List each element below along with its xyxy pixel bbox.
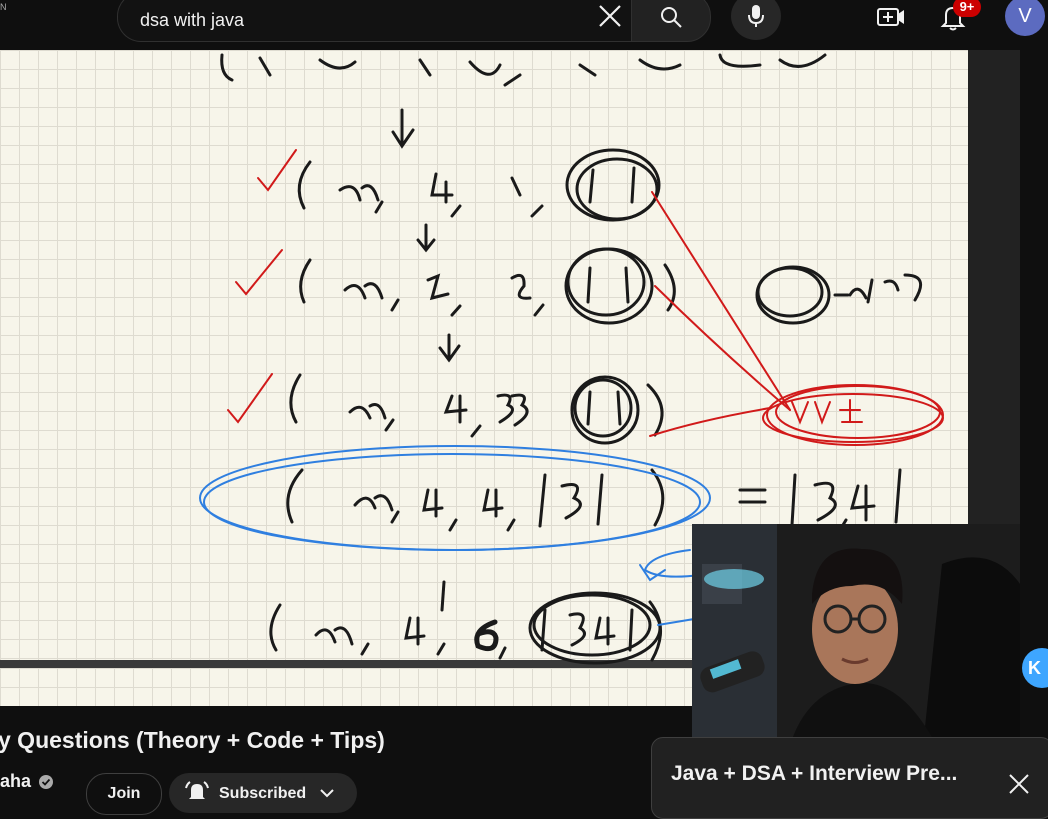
subscribed-button[interactable]: Subscribed (169, 773, 357, 813)
subscribed-label: Subscribed (219, 785, 307, 802)
webcam-overlay (692, 524, 1020, 756)
video-title: y Questions (Theory + Code + Tips) (0, 727, 385, 753)
bell-icon (185, 781, 209, 799)
search-box[interactable] (117, 0, 632, 42)
join-button[interactable]: Join (86, 773, 162, 815)
clear-icon[interactable] (596, 2, 624, 30)
search-input[interactable] (138, 9, 582, 32)
playlist-panel[interactable]: Java + DSA + Interview Pre... (651, 737, 1048, 819)
mic-icon (748, 5, 764, 27)
video-player[interactable]: K (0, 50, 1048, 756)
playlist-title: Java + DSA + Interview Pre... (671, 762, 958, 785)
notification-badge: 9+ (953, 0, 981, 17)
close-icon[interactable] (1007, 772, 1031, 796)
verified-icon (39, 775, 53, 789)
presenter-image (692, 524, 1020, 756)
channel-name[interactable]: aha (0, 771, 31, 792)
corner-letter: N (0, 2, 7, 12)
create-video-icon[interactable] (876, 3, 906, 29)
top-bar: N 9+ V (0, 0, 1048, 50)
avatar[interactable]: V (1005, 0, 1045, 36)
voice-search-button[interactable] (731, 0, 781, 40)
skip-button[interactable]: K (1022, 648, 1048, 688)
search-icon (661, 7, 682, 28)
search-button[interactable] (631, 0, 711, 42)
chevron-down-icon (320, 789, 334, 798)
